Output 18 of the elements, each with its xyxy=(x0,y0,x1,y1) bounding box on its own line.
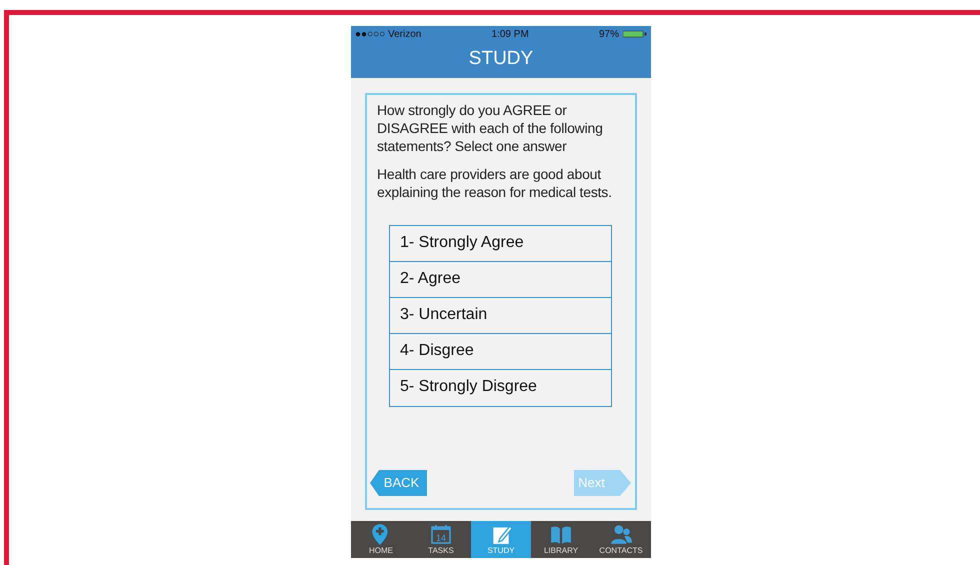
answer-option[interactable]: 5- Strongly Disgree xyxy=(390,370,611,406)
statement-text: Health care providers are good about explaining the reason for medical tests. xyxy=(377,165,613,201)
calendar-icon: 14 xyxy=(430,523,452,545)
carrier-text: ●●○○○ Verizon xyxy=(355,28,422,42)
answer-option[interactable]: 2- Agree xyxy=(390,262,611,298)
screen-title: STUDY xyxy=(468,48,534,69)
tab-bar-item[interactable]: LIBRARY xyxy=(531,521,591,558)
status-time: 1:09 PM xyxy=(492,28,529,42)
people-icon xyxy=(610,523,632,545)
battery-percent: 97% xyxy=(598,28,619,42)
answer-option[interactable]: 3- Uncertain xyxy=(390,298,611,334)
question-prompt: How strongly do you AGREE or DISAGREE with each of the following statements? Select one answer xyxy=(377,101,604,155)
answer-option[interactable]: 1- Strongly Agree xyxy=(390,226,611,262)
battery-icon xyxy=(622,30,647,38)
tab-bar-item[interactable]: 14 TASKS xyxy=(411,521,471,558)
tab-bar-item[interactable]: CONTACTS xyxy=(591,521,651,558)
answer-option[interactable]: 4- Disgree xyxy=(390,334,611,370)
tab-bar-item[interactable]: HOME xyxy=(351,521,411,558)
